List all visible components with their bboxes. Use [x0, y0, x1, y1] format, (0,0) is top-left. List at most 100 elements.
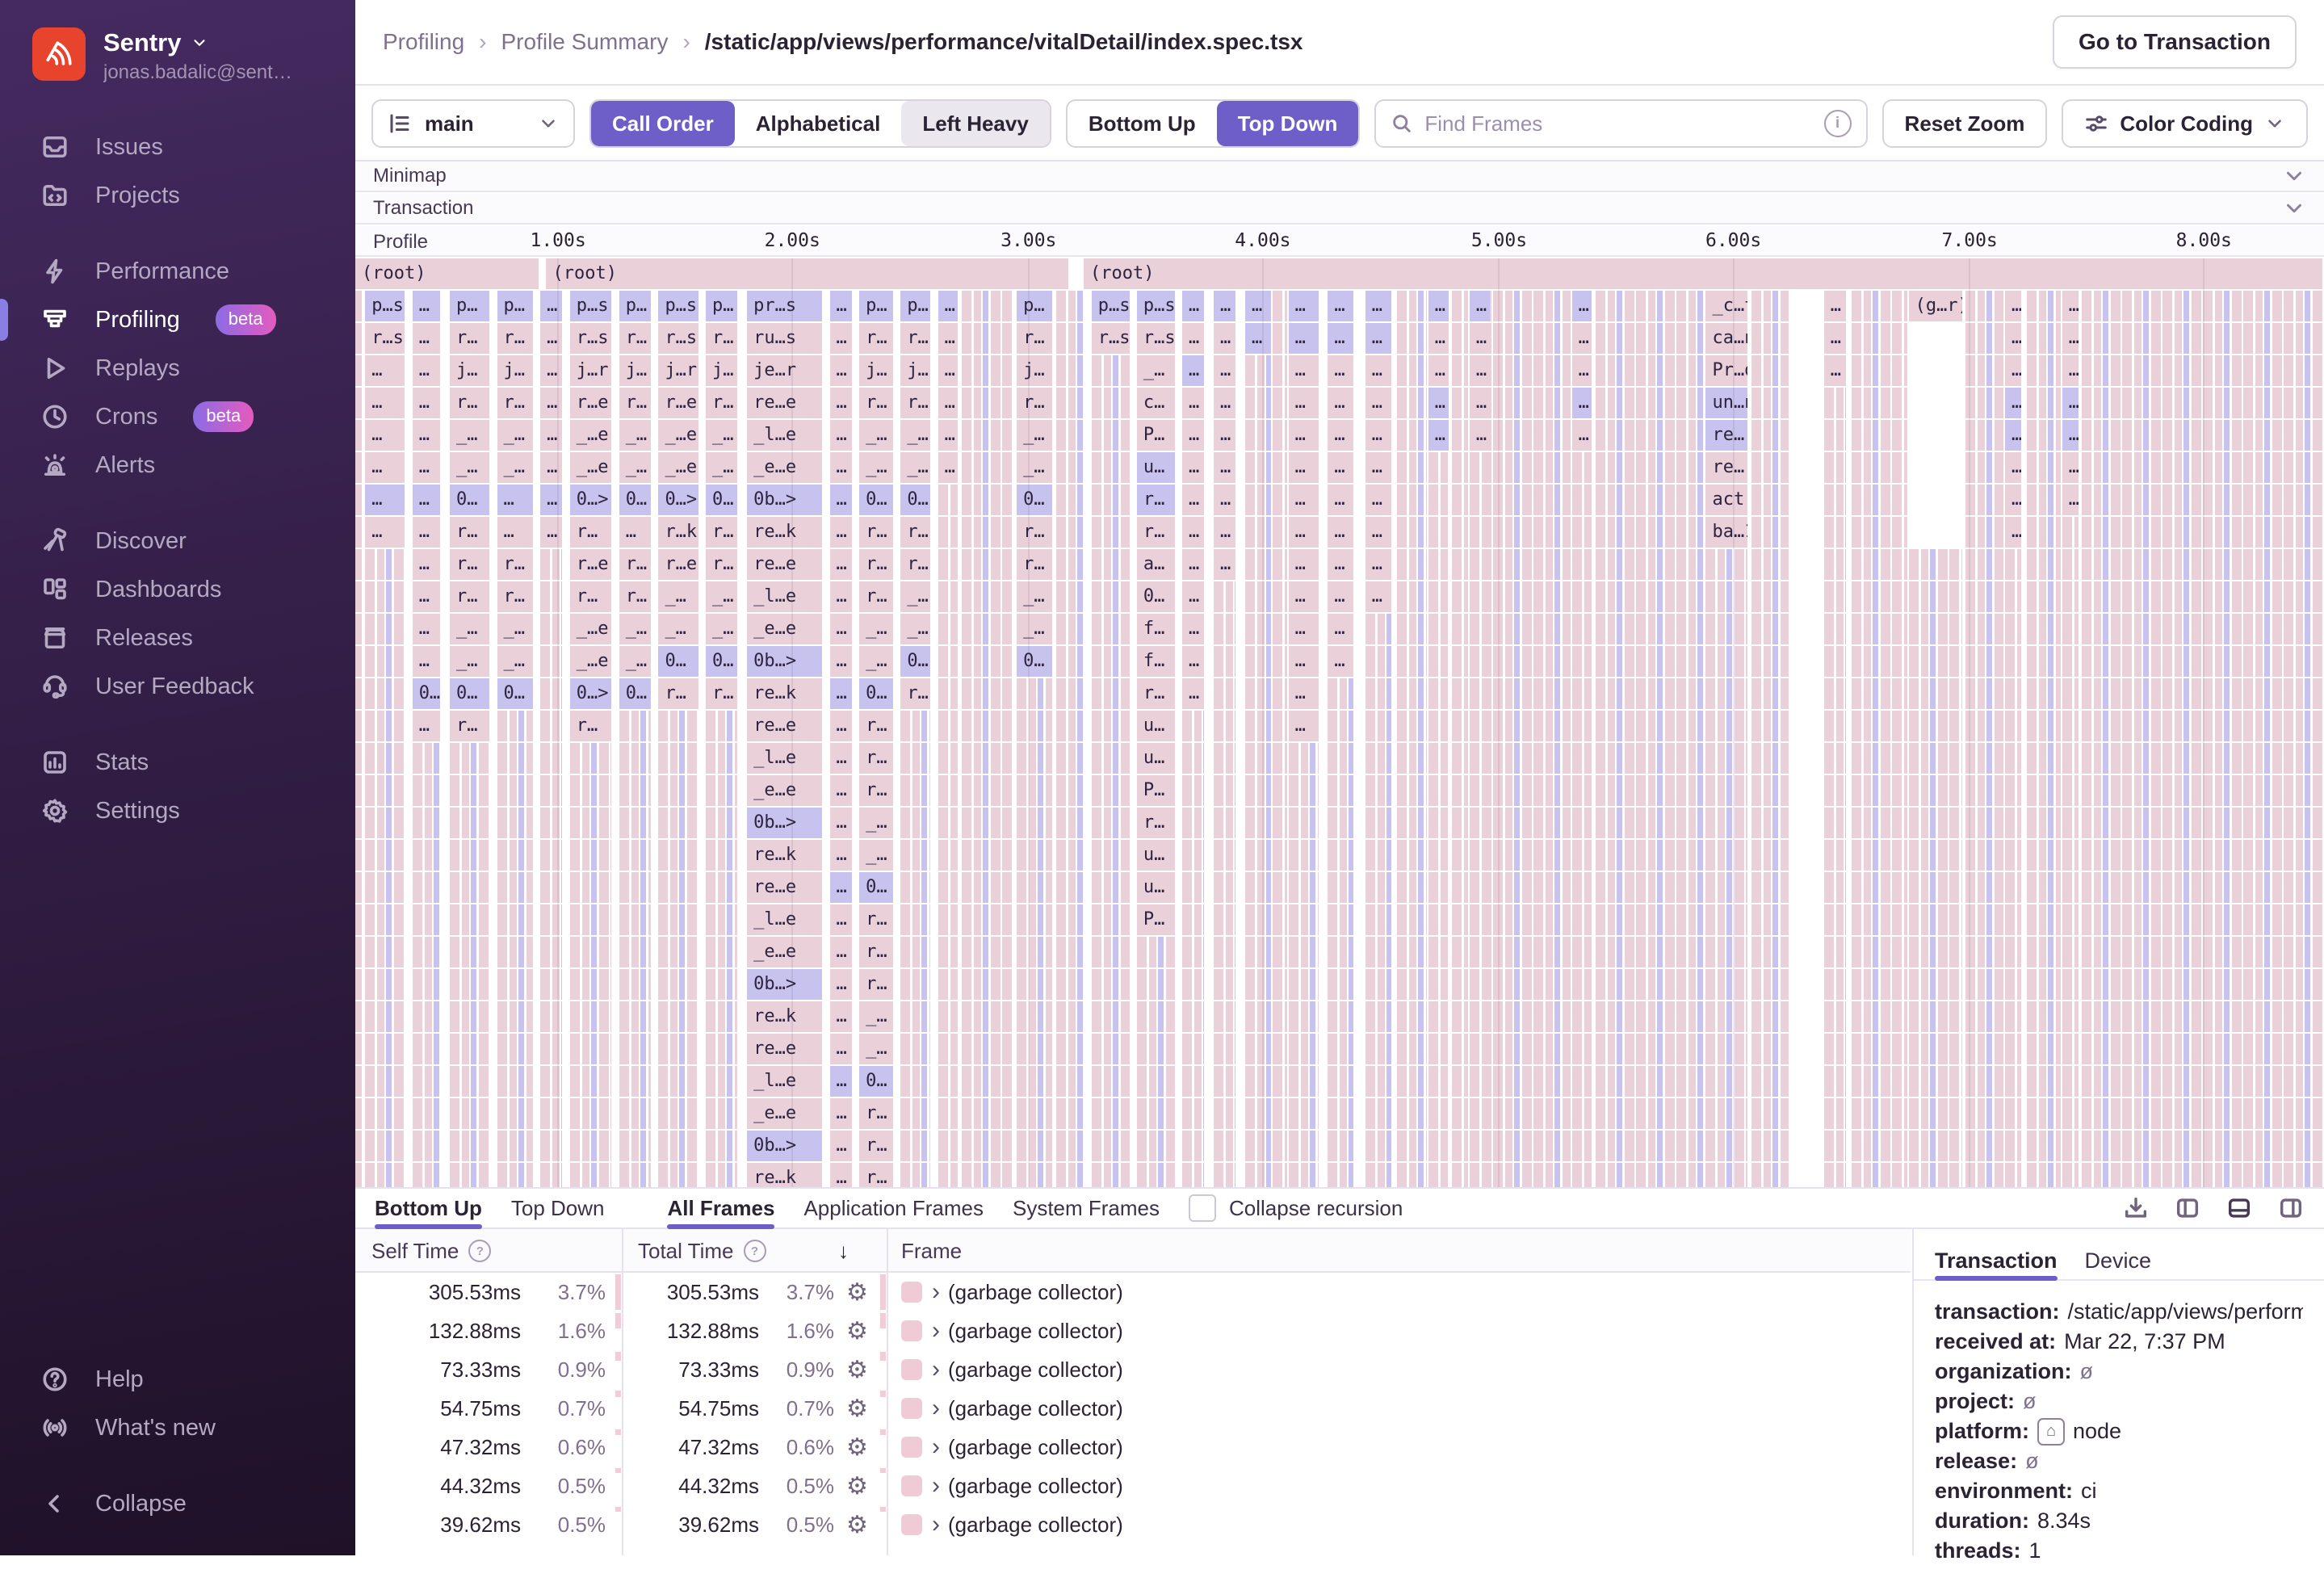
flame-frame[interactable]: 0… — [413, 678, 441, 709]
table-row[interactable]: 47.32ms0.6%47.32ms0.6%⚙›(garbage collect… — [355, 1428, 1911, 1467]
flame-frame[interactable]: r… — [1137, 485, 1175, 515]
flame-frame[interactable]: p…s — [1137, 291, 1175, 321]
flame-frame[interactable]: r… — [859, 1098, 893, 1129]
gear-icon[interactable]: ⚙ — [846, 1350, 868, 1389]
flame-frame[interactable]: _… — [859, 420, 893, 451]
flame-frame[interactable]: … — [2062, 291, 2079, 321]
flame-frame[interactable]: … — [1214, 291, 1235, 321]
flame-frame[interactable]: je…r — [747, 355, 822, 386]
flame-frame[interactable]: _l…e — [747, 581, 822, 612]
flame-frame[interactable]: _… — [497, 646, 533, 677]
flame-frame[interactable]: 0…> — [570, 678, 612, 709]
flame-frame[interactable]: … — [365, 485, 405, 515]
flame-frame[interactable]: … — [2062, 452, 2079, 483]
flame-frame[interactable]: (root) — [355, 258, 539, 289]
flame-frame[interactable]: … — [1328, 549, 1353, 580]
details-tab-device[interactable]: Device — [2085, 1242, 2152, 1279]
flame-frame[interactable]: re…e — [747, 1034, 822, 1064]
table-row[interactable]: 39.62ms0.5%39.62ms0.5%⚙›(garbage collect… — [355, 1505, 1911, 1544]
flame-frame[interactable]: … — [830, 808, 852, 838]
flame-frame[interactable]: j… — [900, 355, 930, 386]
search-input[interactable]: Find Frames i — [1374, 99, 1867, 148]
flame-frame[interactable]: _… — [900, 581, 930, 612]
flame-frame[interactable]: r…s — [570, 323, 612, 354]
flame-frame[interactable]: … — [413, 517, 441, 548]
segment-alphabetical[interactable]: Alphabetical — [735, 101, 902, 146]
flame-frame[interactable]: p… — [497, 291, 533, 321]
flame-frame[interactable]: _e…e — [747, 775, 822, 806]
flame-frame[interactable]: … — [1328, 646, 1353, 677]
segment-call-order[interactable]: Call Order — [591, 101, 735, 146]
flame-frame[interactable]: … — [413, 452, 441, 483]
flame-frame[interactable]: _…e — [570, 646, 612, 677]
flame-frame[interactable]: … — [1470, 323, 1490, 354]
flame-frame[interactable]: … — [1214, 452, 1235, 483]
flame-frame[interactable]: _… — [859, 452, 893, 483]
flame-frame[interactable]: … — [1328, 291, 1353, 321]
flame-frame[interactable]: r… — [859, 711, 893, 741]
flame-frame[interactable]: 0… — [900, 485, 930, 515]
flame-frame[interactable]: … — [1365, 420, 1391, 451]
flame-frame[interactable]: _… — [859, 1034, 893, 1064]
flame-frame[interactable]: _… — [658, 581, 698, 612]
flame-frame[interactable]: u… — [1137, 840, 1175, 871]
flame-frame[interactable]: … — [830, 614, 852, 644]
flame-frame[interactable]: … — [1328, 323, 1353, 354]
flame-frame[interactable]: 0b…> — [747, 808, 822, 838]
flame-frame[interactable]: … — [2062, 388, 2079, 418]
gear-icon[interactable]: ⚙ — [846, 1467, 868, 1505]
flame-frame[interactable]: … — [1470, 388, 1490, 418]
flame-frame[interactable]: c… — [1137, 388, 1175, 418]
flame-frame[interactable]: … — [365, 355, 405, 386]
panel-left-icon[interactable] — [2174, 1194, 2201, 1222]
flame-frame[interactable]: r… — [570, 581, 612, 612]
flame-frame[interactable]: _… — [859, 840, 893, 871]
flame-frame[interactable]: _… — [450, 614, 489, 644]
frame-cell[interactable]: ›(garbage collector) — [901, 1273, 1911, 1311]
flame-frame[interactable]: … — [830, 581, 852, 612]
flame-frame[interactable]: j… — [706, 355, 737, 386]
flame-frame[interactable]: (g…r) — [1909, 291, 1962, 321]
flame-frame[interactable]: ba…1 — [1705, 517, 1747, 548]
flame-frame[interactable]: r…e — [658, 388, 698, 418]
flame-frame[interactable]: r… — [497, 388, 533, 418]
flame-frame[interactable]: _… — [900, 452, 930, 483]
flame-frame[interactable]: _… — [450, 420, 489, 451]
collapse-recursion-checkbox[interactable]: Collapse recursion — [1189, 1194, 1403, 1222]
flame-frame[interactable]: … — [1289, 581, 1319, 612]
flame-frame[interactable]: r…s — [365, 323, 405, 354]
flame-frame[interactable]: 0… — [1137, 581, 1175, 612]
go-to-transaction-button[interactable]: Go to Transaction — [2053, 15, 2297, 69]
flame-frame[interactable]: re…e — [747, 872, 822, 903]
flame-frame[interactable]: r… — [900, 388, 930, 418]
flame-frame[interactable]: _… — [497, 420, 533, 451]
flame-frame[interactable]: r… — [619, 581, 651, 612]
flame-frame[interactable]: … — [413, 485, 441, 515]
flame-frame[interactable]: u… — [1137, 711, 1175, 741]
flame-frame[interactable]: _… — [450, 452, 489, 483]
transaction-section-header[interactable]: Transaction — [355, 194, 2324, 225]
expand-chevron-icon[interactable]: › — [932, 1472, 940, 1500]
flame-frame[interactable]: … — [830, 388, 852, 418]
flame-frame[interactable]: r… — [619, 388, 651, 418]
flame-frame[interactable]: j… — [450, 355, 489, 386]
frame-cell[interactable]: ›(garbage collector) — [901, 1428, 1911, 1467]
flame-frame[interactable]: … — [2005, 323, 2021, 354]
flame-frame[interactable]: … — [2062, 323, 2079, 354]
flame-frame[interactable]: … — [1182, 291, 1204, 321]
flame-frame[interactable]: P… — [1137, 420, 1175, 451]
flame-frame[interactable]: _… — [450, 646, 489, 677]
flame-frame[interactable]: r… — [706, 388, 737, 418]
flame-frame[interactable]: r… — [450, 388, 489, 418]
expand-chevron-icon[interactable]: › — [932, 1433, 940, 1461]
flame-frame[interactable]: 0… — [450, 485, 489, 515]
flame-frame[interactable]: _… — [619, 646, 651, 677]
expand-chevron-icon[interactable]: › — [932, 1278, 940, 1306]
flame-frame[interactable]: … — [1182, 614, 1204, 644]
sidebar-item-projects[interactable]: Projects — [0, 171, 355, 220]
flame-frame[interactable]: r… — [859, 549, 893, 580]
sidebar-item-discover[interactable]: Discover — [0, 517, 355, 565]
flame-frame[interactable]: … — [1365, 549, 1391, 580]
flame-frame[interactable]: p…s — [365, 291, 405, 321]
flame-frame[interactable]: r… — [1137, 678, 1175, 709]
